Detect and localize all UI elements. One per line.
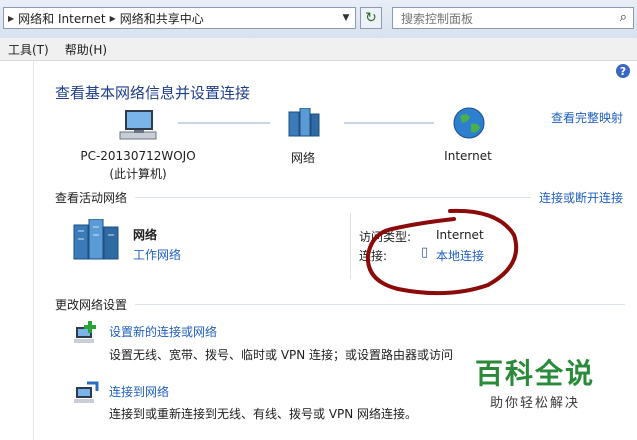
page-title: 查看基本网络信息并设置连接 (55, 84, 251, 102)
view-full-map-link[interactable]: 查看完整映射 (551, 109, 623, 126)
map-connection-line (344, 122, 434, 124)
connect-to-network-link[interactable]: 连接到网络 (109, 383, 169, 400)
address-bar: ▶ 网络和 Internet ▶ 网络和共享中心 ▼ ↻ ⌕ (0, 0, 637, 39)
change-settings-header: 更改网络设置 (55, 298, 128, 312)
new-connection-icon (74, 321, 96, 343)
map-internet-label[interactable]: Internet (436, 149, 500, 163)
map-connection-line (178, 122, 270, 124)
connect-to-network-desc: 连接到或重新连接到无线、有线、拨号或 VPN 网络连接。 (109, 407, 418, 421)
menu-item-tools[interactable]: 工具(T) (0, 41, 57, 58)
computer-name: PC-20130712WOJO (80, 149, 196, 163)
search-icon[interactable]: ⌕ (620, 10, 627, 25)
breadcrumb-arrow-icon[interactable]: ▶ (106, 14, 120, 23)
help-icon[interactable]: ? (616, 64, 630, 78)
active-networks-header: 查看活动网络 (55, 191, 128, 205)
refresh-icon[interactable]: ↻ (360, 7, 382, 29)
connect-disconnect-link[interactable]: 连接或断开连接 (539, 189, 623, 206)
search-input[interactable] (399, 9, 603, 29)
computer-icon[interactable] (118, 108, 158, 142)
connect-to-network-icon (74, 381, 99, 403)
watermark-title: 百科全说 (475, 357, 596, 390)
building-network-icon (73, 219, 119, 260)
watermark: 百科全说 助你轻松解决 (475, 352, 595, 411)
chevron-down-icon[interactable]: ▼ (337, 8, 355, 28)
section-divider (135, 197, 531, 198)
breadcrumb[interactable]: ▶ 网络和 Internet ▶ 网络和共享中心 (3, 7, 356, 29)
breadcrumb-item-network-internet[interactable]: 网络和 Internet (18, 10, 105, 27)
computer-note: (此计算机) (109, 167, 167, 181)
network-type-link[interactable]: 工作网络 (133, 246, 181, 263)
breadcrumb-arrow-icon[interactable]: ▶ (4, 14, 18, 23)
active-network-name: 网络 (133, 228, 158, 242)
search-box[interactable]: ⌕ (392, 7, 634, 29)
column-divider (350, 213, 351, 279)
globe-icon[interactable] (452, 106, 486, 140)
annotation-circle (365, 208, 519, 296)
section-divider (135, 304, 625, 305)
menu-item-help[interactable]: 帮助(H) (57, 41, 115, 58)
setup-new-connection-desc: 设置无线、宽带、拨号、临时或 VPN 连接；或设置路由器或访问 (109, 348, 454, 362)
map-network-label[interactable]: 网络 (280, 149, 326, 166)
menu-bar: 工具(T) 帮助(H) (0, 38, 637, 61)
network-icon[interactable] (285, 108, 321, 138)
breadcrumb-item-sharing-center[interactable]: 网络和共享中心 (120, 10, 204, 27)
setup-new-connection-link[interactable]: 设置新的连接或网络 (109, 323, 217, 340)
watermark-subtitle: 助你轻松解决 (490, 396, 581, 411)
